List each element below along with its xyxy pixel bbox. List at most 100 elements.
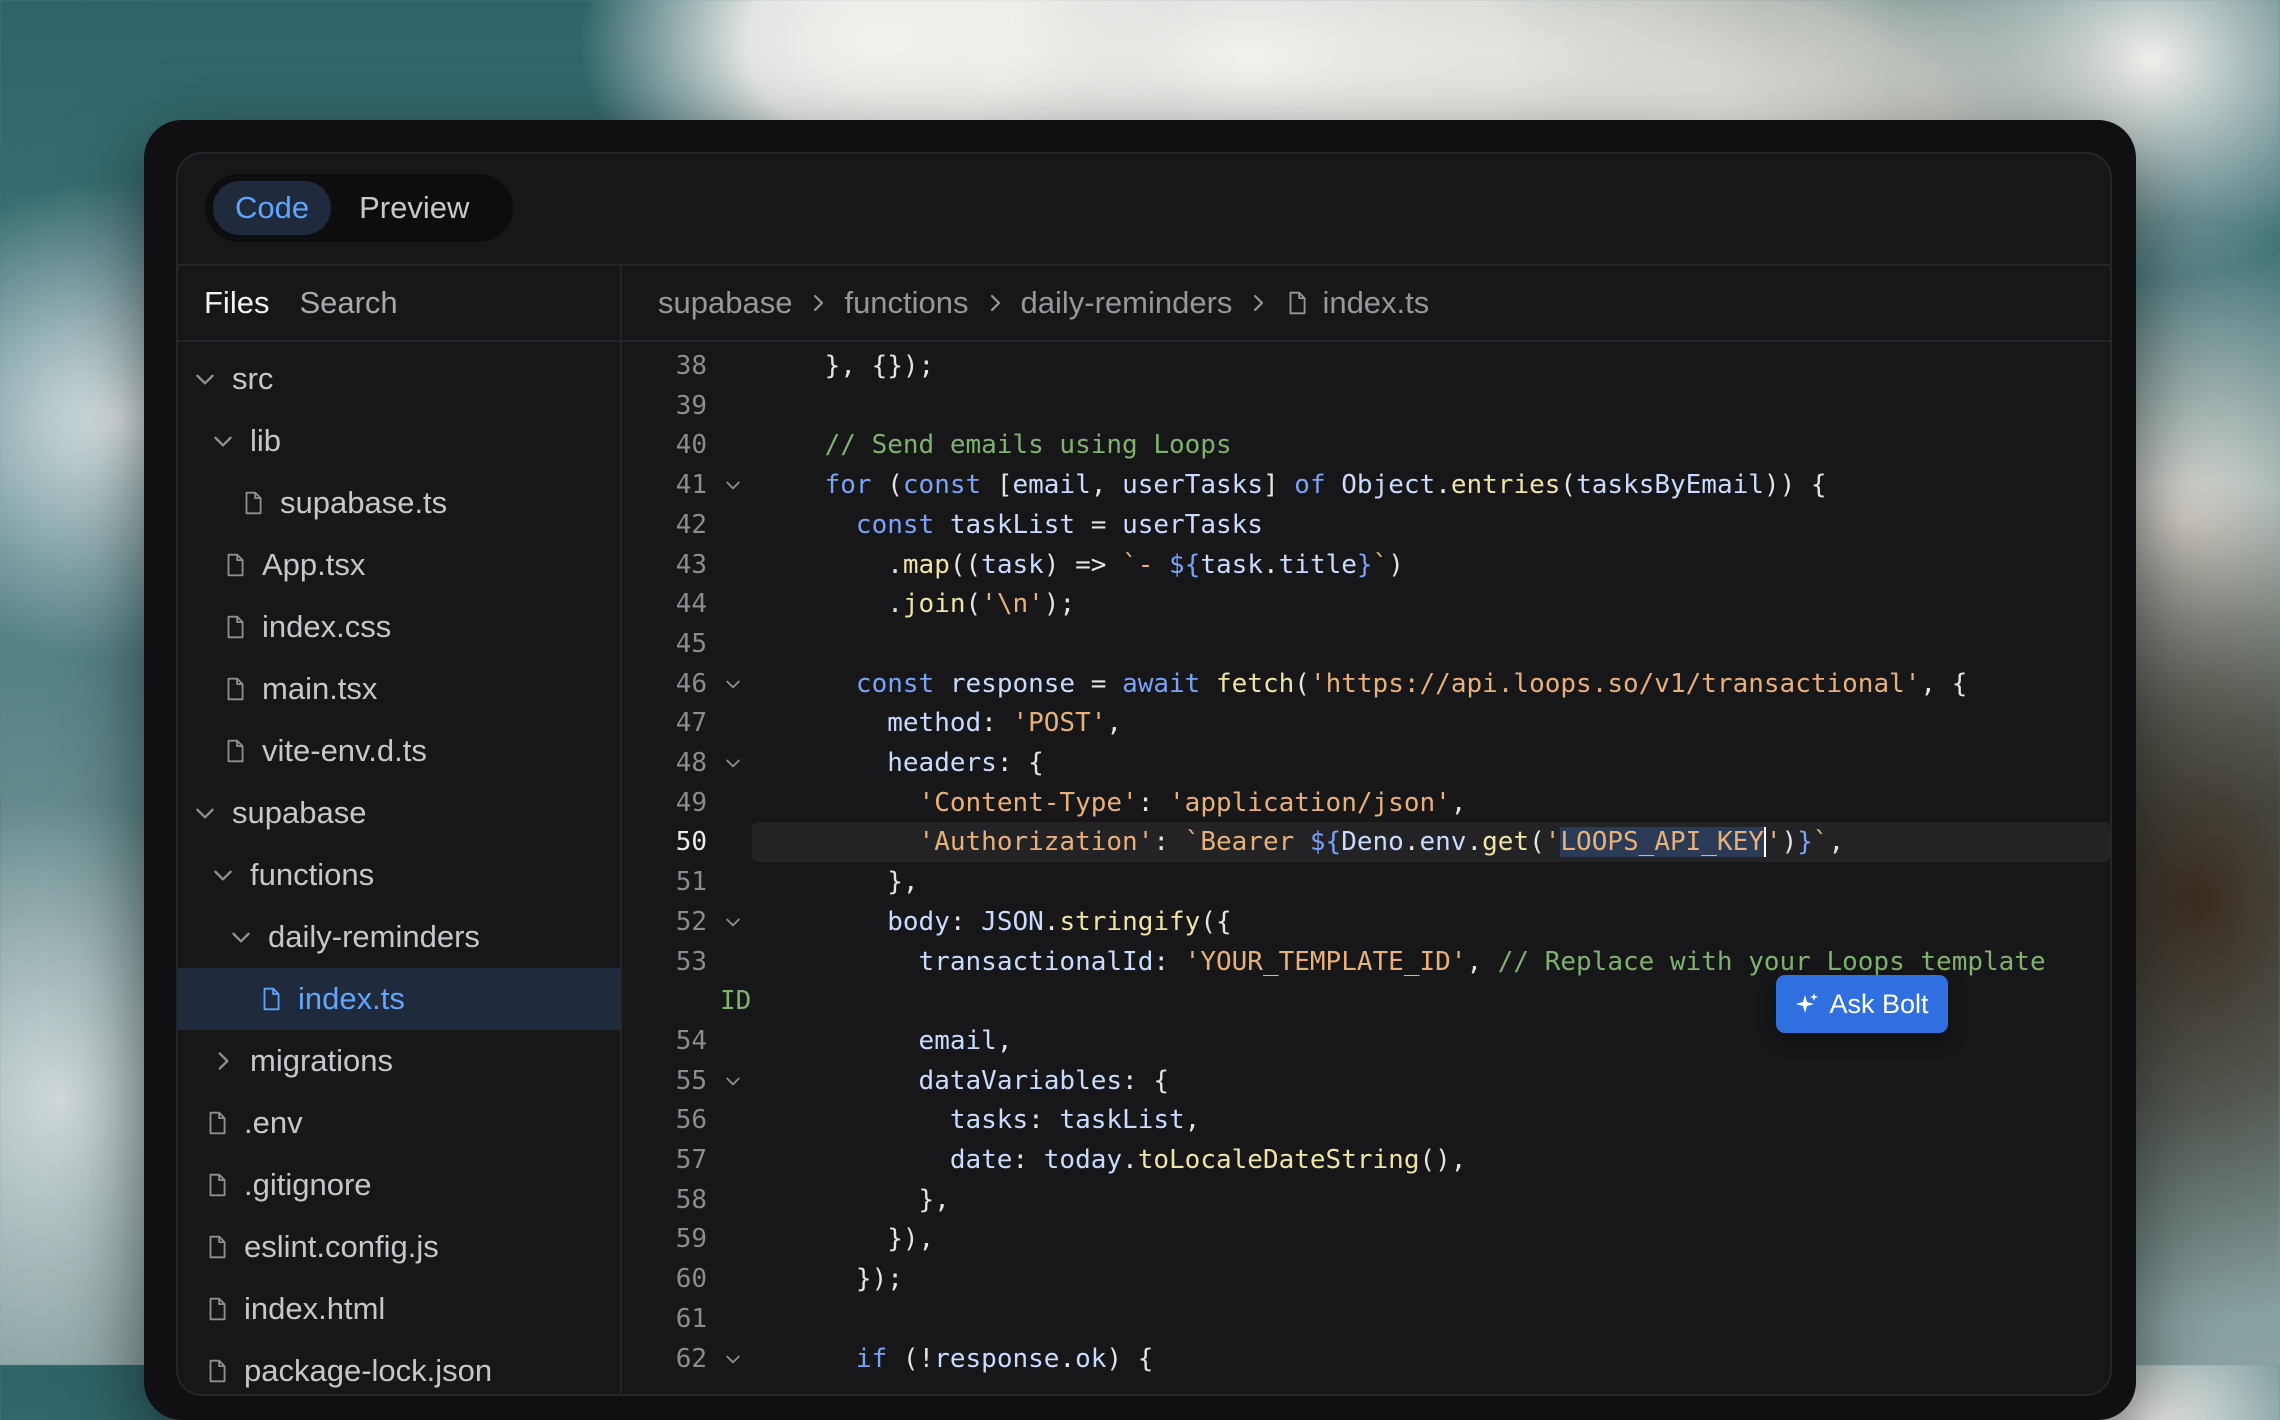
code-token: : { (996, 748, 1044, 778)
fold-chevron-icon[interactable] (722, 743, 744, 783)
tree-item-label: eslint.config.js (244, 1229, 439, 1264)
preview-tab[interactable]: Preview (337, 181, 491, 235)
tree-folder[interactable]: lib (178, 410, 620, 472)
line-number: 51 (675, 867, 707, 898)
breadcrumb-item[interactable]: daily-reminders (1021, 285, 1233, 321)
code-token: : (981, 708, 1013, 739)
editor-panel: Code Preview Files Search src lib supabase… (176, 152, 2112, 1396)
tree-folder[interactable]: functions (178, 844, 620, 906)
code-token: : (949, 906, 982, 937)
tree-file[interactable]: .gitignore (178, 1154, 620, 1216)
code-text: }); (762, 1259, 903, 1299)
tree-file[interactable]: index.html (178, 1278, 620, 1340)
top-bar: Code Preview (178, 154, 2110, 266)
fold-chevron-icon[interactable] (722, 902, 744, 942)
code-token: . (1262, 549, 1279, 580)
code-token: toLocaleDateString (1137, 1145, 1420, 1175)
code-token: ] (1262, 470, 1295, 501)
code-token: : (1028, 1105, 1060, 1136)
code-line: 38 }, {}); (622, 346, 2110, 386)
code-line: 56 tasks: taskList, (622, 1100, 2110, 1140)
code-token: , (996, 1025, 1013, 1056)
tree-folder[interactable]: daily-reminders (178, 906, 620, 968)
tree-folder[interactable]: migrations (178, 1030, 620, 1092)
code-token: , (1828, 827, 1845, 858)
file-icon (240, 488, 266, 518)
code-token: ({ (1200, 906, 1232, 937)
tree-file[interactable]: vite-env.d.ts (178, 720, 620, 782)
ask-bolt-button[interactable]: Ask Bolt (1776, 975, 1948, 1033)
code-text: .join('\n'); (762, 584, 1075, 624)
chevron-down-icon (210, 860, 236, 890)
code-token: ( (1529, 827, 1545, 858)
code-token: const (855, 668, 935, 699)
code-token: 'POST' (1012, 708, 1107, 739)
code-token: stringify (1059, 906, 1201, 937)
code-token: for (824, 470, 872, 501)
code-token: email (918, 1025, 997, 1056)
code-token: ( (871, 470, 903, 501)
tree-file[interactable]: package-lock.json (178, 1340, 620, 1394)
code-token: ${ (1169, 549, 1201, 580)
breadcrumb-item[interactable]: functions (844, 285, 968, 321)
fold-chevron-icon[interactable] (722, 664, 744, 704)
tree-file[interactable]: supabase.ts (178, 472, 620, 534)
code-line: 59 }), (622, 1219, 2110, 1259)
sidebar-tabs: Files Search (178, 266, 620, 342)
code-tab[interactable]: Code (213, 181, 332, 235)
fold-chevron-icon[interactable] (722, 465, 744, 505)
code-text: headers: { (762, 743, 1044, 783)
tree-file[interactable]: index.css (178, 596, 620, 658)
tree-file[interactable]: main.tsx (178, 658, 620, 720)
fold-chevron-icon[interactable] (722, 1339, 744, 1379)
line-number: 55 (675, 1065, 707, 1096)
tree-folder[interactable]: src (178, 348, 620, 410)
breadcrumb-item[interactable]: index.ts (1322, 285, 1429, 321)
tree-file[interactable]: .env (178, 1092, 620, 1154)
code-token: const (855, 509, 935, 540)
fold-chevron-icon[interactable] (722, 1061, 744, 1101)
code-line: 49 'Content-Type': 'application/json', (622, 783, 2110, 823)
file-sidebar: Files Search src lib supabase.ts App.tsx ind… (178, 266, 622, 1394)
code-text: }, (762, 862, 919, 902)
code-token: }, {}); (762, 351, 935, 381)
line-number: 58 (675, 1184, 707, 1215)
tree-item-label: index.css (262, 609, 392, 644)
code-text: tasks: taskList, (762, 1100, 1200, 1140)
code-line: 50 'Authorization': `Bearer ${Deno.env.g… (622, 822, 2110, 862)
code-token: '\n' (981, 589, 1044, 620)
code-token: = (1075, 668, 1123, 699)
tree-file[interactable]: index.ts (178, 968, 620, 1030)
tree-file[interactable]: eslint.config.js (178, 1216, 620, 1278)
code-area[interactable]: 38 }, {}); 39 40 // Send emails using Loop… (622, 342, 2110, 1394)
code-text: }, {}); (762, 346, 935, 386)
tree-file[interactable]: App.tsx (178, 534, 620, 596)
code-text: email, (762, 1021, 1013, 1061)
code-line: 39 (622, 386, 2110, 426)
code-token: task (1200, 549, 1263, 580)
breadcrumb-item[interactable]: supabase (658, 285, 792, 321)
code-editor: supabase functions daily-reminders index.ts… (622, 266, 2110, 1394)
code-token: if (855, 1343, 888, 1374)
code-token: , (1466, 946, 1498, 977)
files-tab[interactable]: Files (204, 285, 269, 321)
tree-folder[interactable]: supabase (178, 782, 620, 844)
code-token: . (1043, 906, 1060, 937)
code-text: for (const [email, userTasks] of Object.… (762, 465, 1827, 505)
code-token: tasksByEmail (1576, 470, 1764, 501)
search-tab[interactable]: Search (299, 285, 397, 321)
chevron-down-icon (192, 798, 218, 828)
code-token: . (1122, 1145, 1138, 1175)
code-token: }, (762, 867, 919, 898)
code-token: response (949, 668, 1076, 699)
file-icon (204, 1232, 230, 1262)
code-token: // Send emails using Loops (824, 430, 1232, 461)
code-token: . (1435, 470, 1451, 501)
